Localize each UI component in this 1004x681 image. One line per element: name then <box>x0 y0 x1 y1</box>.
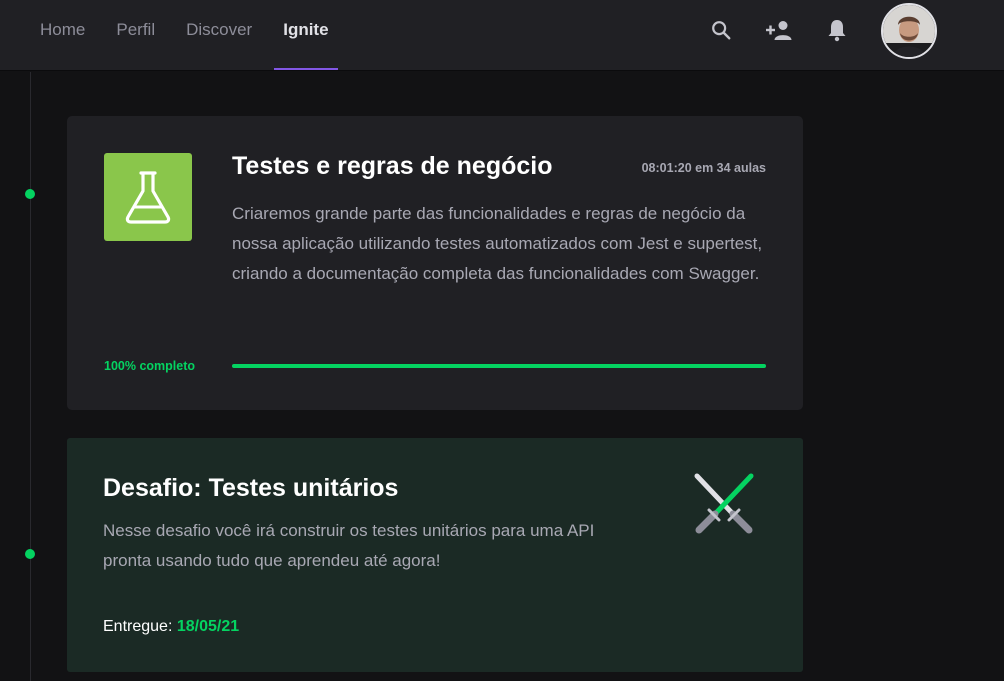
header-actions <box>705 16 853 44</box>
lesson-card[interactable]: Testes e regras de negócio 08:01:20 em 3… <box>67 116 803 410</box>
progress-fill <box>232 364 766 368</box>
challenge-card[interactable]: Desafio: Testes unitários Nesse desafio … <box>67 438 803 672</box>
progress-label: 100% completo <box>104 359 196 373</box>
nav-discover[interactable]: Discover <box>186 0 252 70</box>
main-nav: Home Perfil Discover Ignite <box>40 0 360 70</box>
bell-icon[interactable] <box>821 16 853 44</box>
search-icon[interactable] <box>705 16 737 44</box>
lesson-duration: 08:01:20 em 34 aulas <box>641 161 766 175</box>
timeline-dot <box>25 549 35 559</box>
delivered-date: 18/05/21 <box>176 618 240 635</box>
lesson-description: Criaremos grande parte das funcionalidad… <box>232 204 763 283</box>
add-user-icon[interactable] <box>763 16 795 44</box>
progress-bar <box>232 364 766 368</box>
nav-home[interactable]: Home <box>40 0 85 70</box>
avatar[interactable] <box>881 3 937 59</box>
flask-icon <box>104 153 192 241</box>
nav-perfil[interactable]: Perfil <box>116 0 155 70</box>
delivered-info: Entregue: 18/05/21 <box>103 618 239 636</box>
timeline-line <box>30 72 31 681</box>
challenge-title: Desafio: Testes unitários <box>103 474 399 502</box>
delivered-label: Entregue: <box>103 618 173 635</box>
timeline-dot <box>25 189 35 199</box>
lesson-title: Testes e regras de negócio <box>232 152 553 180</box>
crossed-swords-icon <box>689 470 759 536</box>
challenge-description: Nesse desafio você irá construir os test… <box>103 521 595 570</box>
nav-ignite[interactable]: Ignite <box>274 0 338 70</box>
top-header: Home Perfil Discover Ignite <box>0 0 1004 71</box>
